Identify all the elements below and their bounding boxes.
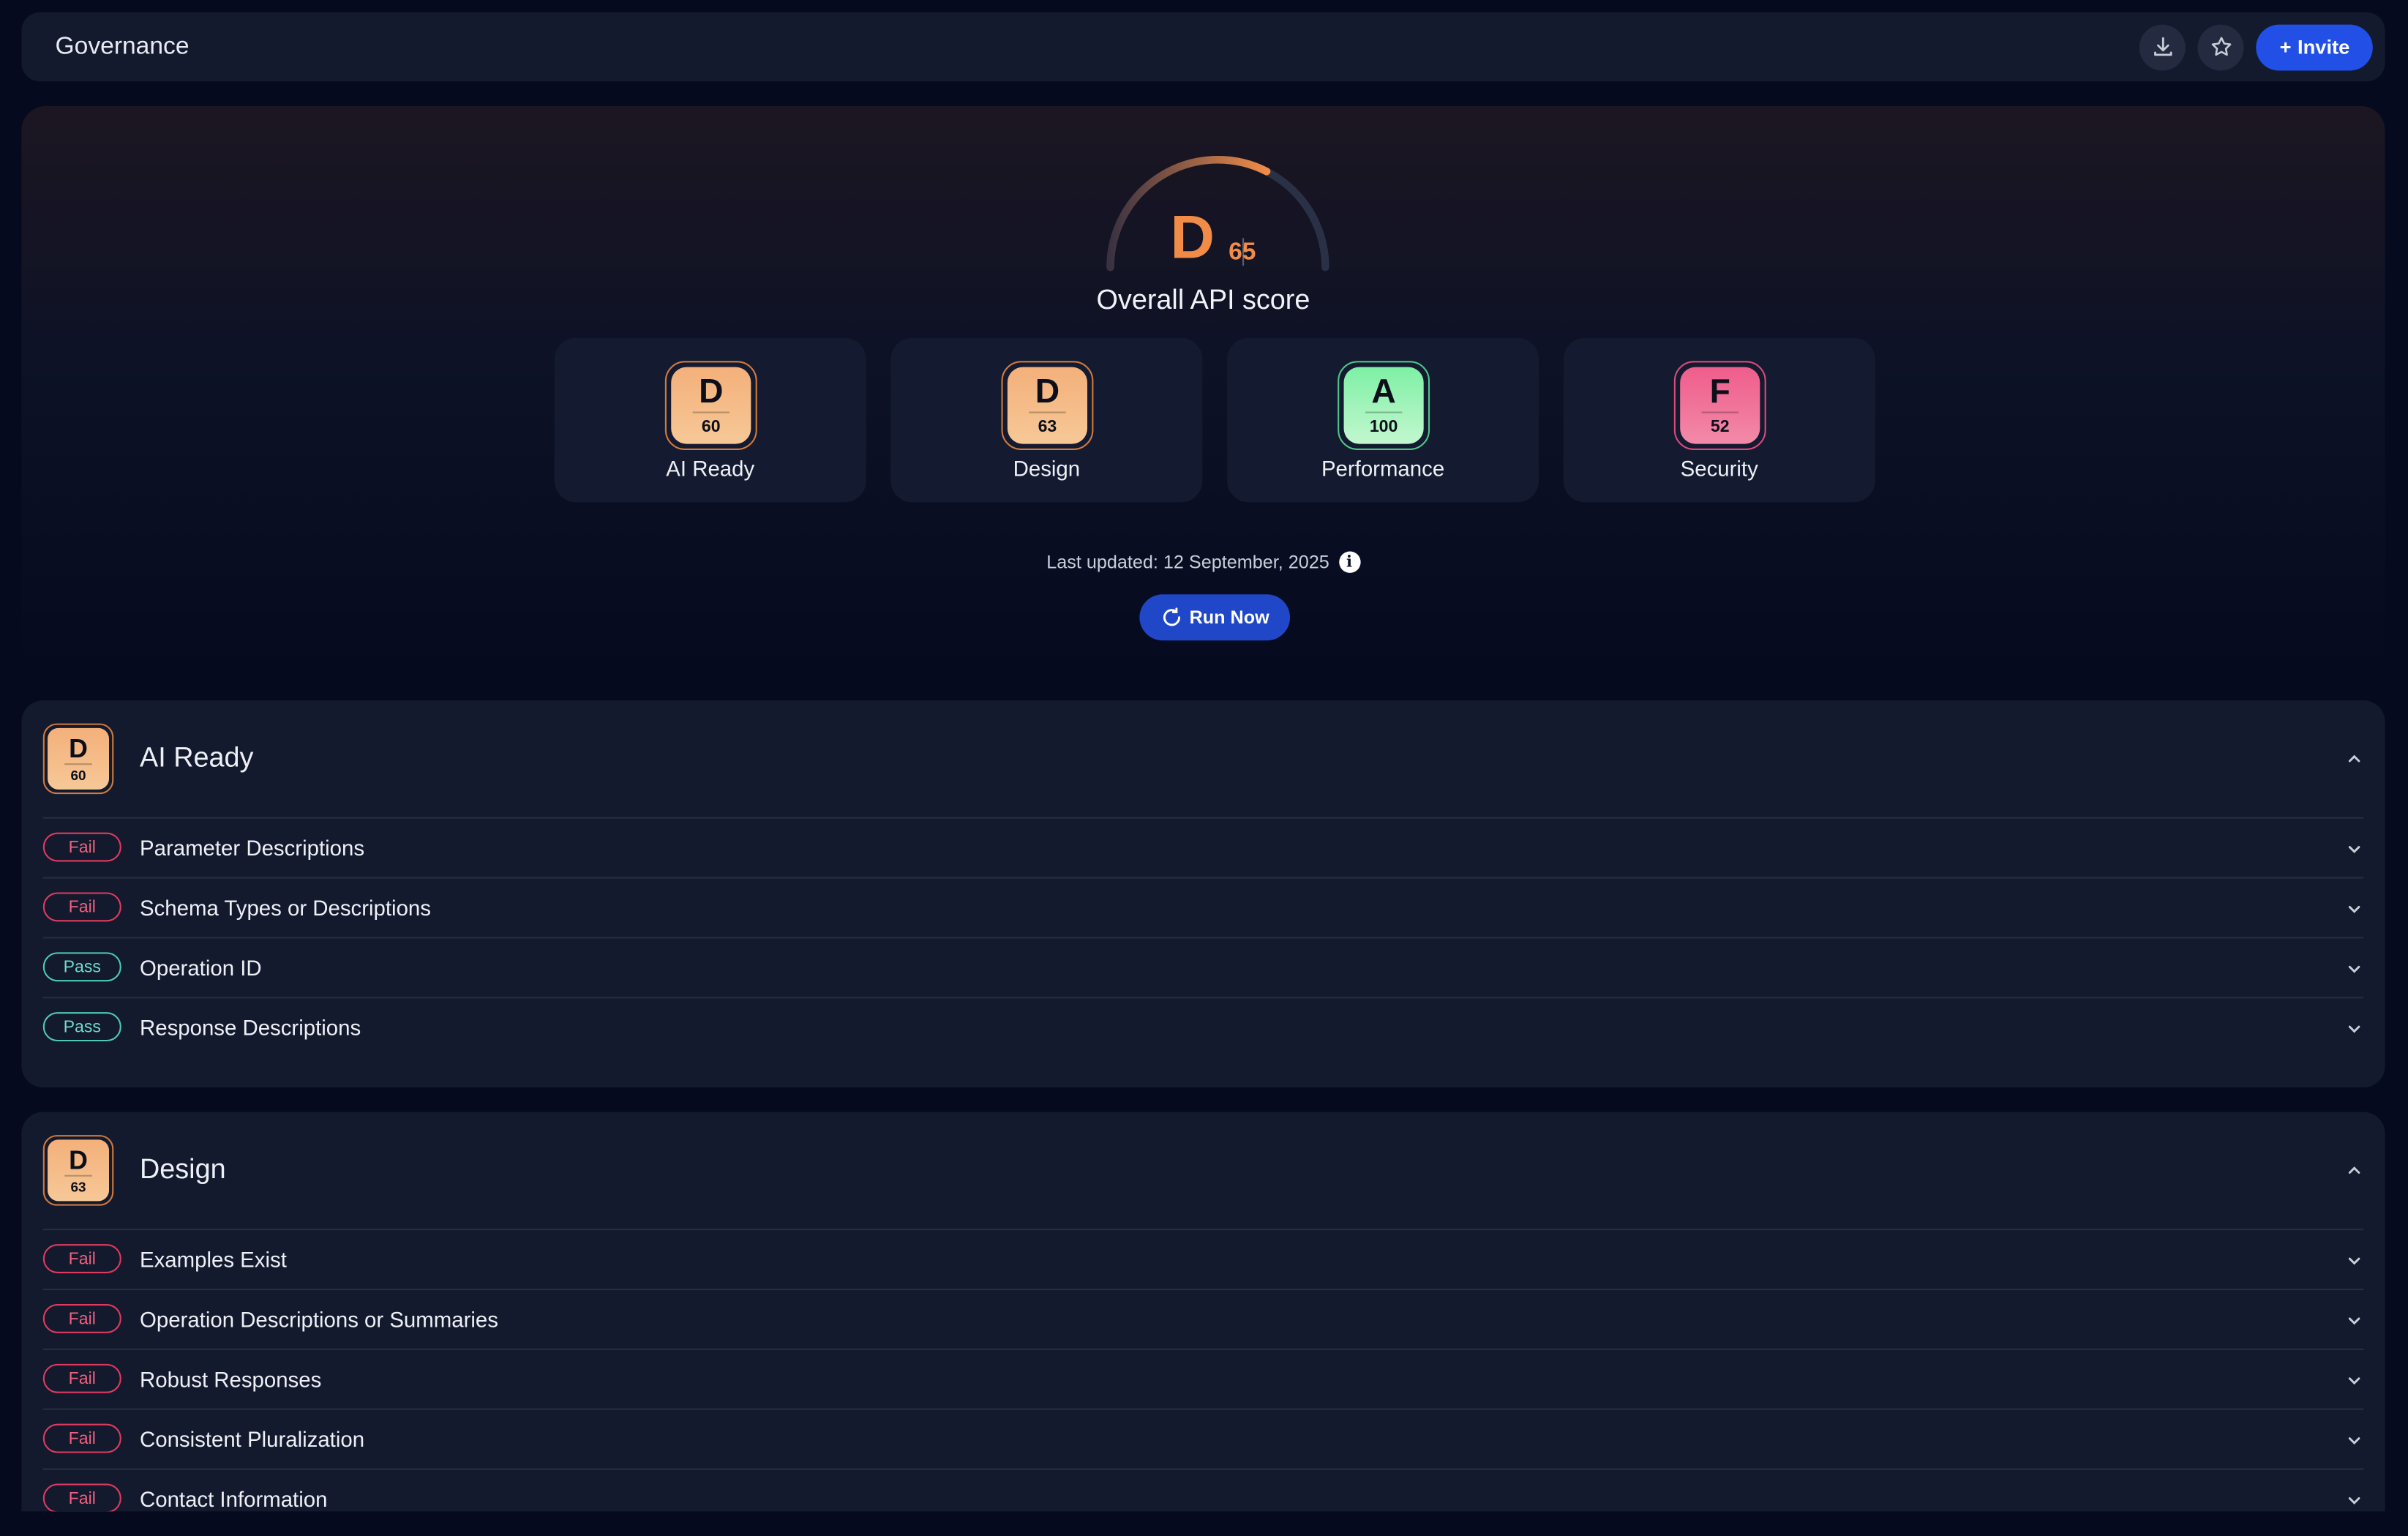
last-updated-text: Last updated: 12 September, 2025 [1046, 551, 1329, 573]
rule-name: Consistent Pluralization [139, 1426, 365, 1452]
status-badge: Fail [42, 1363, 121, 1393]
category-card-ai-ready[interactable]: D 60 AI Ready [554, 337, 866, 503]
run-now-label: Run Now [1189, 607, 1269, 629]
refresh-icon [1162, 607, 1179, 626]
chevron-down-icon[interactable] [2345, 1431, 2363, 1450]
chevron-down-icon[interactable] [2345, 840, 2363, 858]
rule-row[interactable]: Fail Schema Types or Descriptions [42, 879, 2364, 939]
rule-name: Examples Exist [139, 1247, 287, 1272]
rule-row[interactable]: Fail Consistent Pluralization [42, 1410, 2364, 1470]
grade-score: 60 [701, 417, 721, 437]
grade-letter: F [1709, 371, 1730, 411]
grade-badge: D 60 [664, 361, 757, 450]
category-label: Performance [1321, 456, 1445, 481]
rule-name: Operation ID [139, 955, 262, 981]
category-cards: D 60 AI Ready D 63 Design A 100 Performa… [554, 337, 1875, 503]
category-label: AI Ready [666, 456, 755, 481]
download-icon [2153, 37, 2172, 56]
page-title: Governance [55, 33, 190, 59]
section-header[interactable]: D 63 Design [42, 1112, 2364, 1231]
star-icon [2211, 37, 2232, 56]
grade-badge: D 63 [1001, 361, 1094, 450]
category-label: Design [1013, 456, 1081, 481]
status-badge: Pass [42, 1012, 121, 1042]
rule-name: Response Descriptions [139, 1015, 361, 1040]
section-header[interactable]: D 60 AI Ready [42, 700, 2364, 819]
grade-score: 60 [70, 767, 86, 783]
rule-row[interactable]: Pass Response Descriptions [42, 998, 2363, 1057]
grade-badge: F 52 [1673, 361, 1766, 450]
chevron-up-icon[interactable] [2345, 749, 2363, 768]
grade-score: 52 [1710, 417, 1730, 437]
favorite-button[interactable] [2198, 23, 2245, 70]
grade-letter: D [69, 733, 88, 763]
overall-grade: D [1170, 204, 1215, 272]
rule-name: Schema Types or Descriptions [139, 895, 431, 921]
chevron-down-icon[interactable] [2345, 960, 2363, 978]
rule-name: Contact Information [139, 1486, 328, 1512]
section-ai-ready: D 60 AI Ready Fail Parameter Description… [21, 700, 2385, 1088]
rule-row[interactable]: Fail Robust Responses [42, 1350, 2364, 1410]
chevron-down-icon[interactable] [2345, 1252, 2363, 1270]
chevron-down-icon[interactable] [2345, 1491, 2363, 1510]
status-badge: Fail [42, 892, 121, 922]
rule-name: Parameter Descriptions [139, 835, 365, 861]
rule-row[interactable]: Fail Contact Information [42, 1470, 2363, 1512]
status-badge: Fail [42, 1244, 121, 1273]
gauge-track [1106, 156, 1329, 271]
grade-letter: D [1035, 371, 1060, 411]
overall-score-label: Overall API score [1096, 284, 1310, 315]
grade-letter: A [1371, 371, 1396, 411]
chevron-down-icon[interactable] [2345, 1371, 2363, 1390]
status-badge: Fail [42, 1483, 121, 1512]
plus-icon: + [2279, 35, 2292, 59]
section-title: Design [139, 1153, 226, 1185]
section-design: D 63 Design Fail Examples Exist Fail Ope… [21, 1112, 2385, 1512]
overall-score: 65 [1229, 239, 1256, 266]
rule-row[interactable]: Fail Examples Exist [42, 1230, 2364, 1291]
rule-row[interactable]: Fail Operation Descriptions or Summaries [42, 1290, 2364, 1350]
chevron-down-icon[interactable] [2345, 900, 2363, 918]
top-bar: Governance + Invite [21, 12, 2385, 82]
grade-badge: A 100 [1338, 361, 1430, 450]
download-button[interactable] [2139, 23, 2186, 70]
grade-score: 100 [1369, 417, 1398, 437]
invite-button[interactable]: + Invite [2257, 23, 2373, 70]
score-overview: D 65 Overall API score D 60 AI Ready D 6… [21, 105, 2385, 678]
status-badge: Fail [42, 1423, 121, 1453]
rule-row[interactable]: Pass Operation ID [42, 938, 2364, 999]
info-icon[interactable]: i [1338, 551, 1360, 573]
chevron-down-icon[interactable] [2345, 1020, 2363, 1038]
rule-name: Robust Responses [139, 1367, 322, 1392]
chevron-up-icon[interactable] [2345, 1161, 2363, 1180]
grade-score: 63 [1038, 417, 1057, 437]
overall-score-gauge [1106, 156, 1329, 271]
grade-score: 63 [70, 1178, 86, 1194]
last-updated: Last updated: 12 September, 2025 i [21, 551, 2385, 573]
category-label: Security [1680, 456, 1758, 481]
status-badge: Fail [42, 832, 121, 862]
grade-badge: D 63 [42, 1135, 114, 1206]
invite-label: Invite [2298, 35, 2350, 59]
grade-badge: D 60 [42, 723, 114, 795]
status-badge: Fail [42, 1303, 121, 1333]
category-card-performance[interactable]: A 100 Performance [1227, 337, 1539, 503]
category-card-security[interactable]: F 52 Security [1563, 337, 1875, 503]
app-root: Governance + Invite D 65 Overall API sco… [0, 0, 2408, 1536]
section-title: AI Ready [139, 741, 254, 773]
run-now-button[interactable]: Run Now [1139, 594, 1291, 641]
category-card-design[interactable]: D 63 Design [890, 337, 1203, 503]
status-badge: Pass [42, 952, 121, 982]
grade-letter: D [699, 371, 724, 411]
rule-name: Operation Descriptions or Summaries [139, 1307, 498, 1332]
grade-letter: D [69, 1144, 88, 1175]
rule-row[interactable]: Fail Parameter Descriptions [42, 819, 2364, 879]
chevron-down-icon[interactable] [2345, 1311, 2363, 1330]
